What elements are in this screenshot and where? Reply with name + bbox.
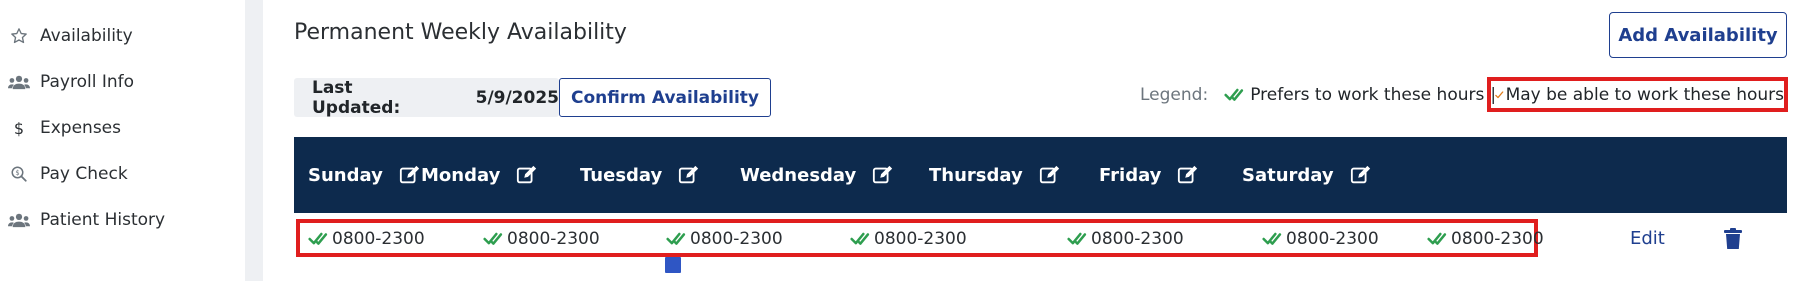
cell-hours: 0800-2300 bbox=[332, 229, 425, 249]
sidebar-item-availability[interactable]: Availability bbox=[8, 21, 133, 51]
edit-icon[interactable] bbox=[399, 164, 421, 186]
sidebar: Availability Payroll Info $ Expenses $ P… bbox=[0, 0, 245, 281]
legend: Legend: Prefers to work these hours | bbox=[1140, 80, 1502, 110]
cell-hours: 0800-2300 bbox=[690, 229, 783, 249]
table-cell-monday: 0800-2300 bbox=[483, 227, 600, 251]
cell-hours: 0800-2300 bbox=[874, 229, 967, 249]
last-updated-date: 5/9/2025 bbox=[475, 87, 559, 108]
day-header-monday: Monday bbox=[421, 137, 538, 213]
check-icon bbox=[1495, 90, 1504, 98]
table-cell-wednesday: 0800-2300 bbox=[850, 227, 967, 251]
cell-hours: 0800-2300 bbox=[1091, 229, 1184, 249]
edit-icon[interactable] bbox=[516, 164, 538, 186]
edit-icon[interactable] bbox=[872, 164, 894, 186]
day-label: Saturday bbox=[1242, 164, 1334, 186]
day-label: Monday bbox=[421, 164, 501, 186]
legend-maybe-text: May be able to work these hours bbox=[1505, 84, 1784, 105]
cell-hours: 0800-2300 bbox=[1451, 229, 1544, 249]
sidebar-item-pay-check[interactable]: $ Pay Check bbox=[8, 159, 128, 189]
sidebar-item-label: Patient History bbox=[40, 210, 166, 230]
sidebar-item-label: Availability bbox=[40, 26, 133, 46]
edit-icon[interactable] bbox=[678, 164, 700, 186]
sidebar-item-payroll-info[interactable]: Payroll Info bbox=[8, 67, 134, 97]
legend-maybe-highlight: May be able to work these hours bbox=[1487, 77, 1788, 112]
confirm-availability-button[interactable]: Confirm Availability bbox=[559, 78, 771, 117]
check-double-icon bbox=[483, 232, 503, 245]
table-cell-thursday: 0800-2300 bbox=[1067, 227, 1184, 251]
dollar-icon: $ bbox=[13, 118, 25, 138]
check-double-icon bbox=[1427, 232, 1447, 245]
day-header-wednesday: Wednesday bbox=[740, 137, 894, 213]
check-double-icon bbox=[850, 232, 870, 245]
add-availability-button[interactable]: Add Availability bbox=[1609, 12, 1787, 58]
sidebar-item-label: Pay Check bbox=[40, 164, 128, 184]
edit-icon[interactable] bbox=[1350, 164, 1372, 186]
cell-hours: 0800-2300 bbox=[1286, 229, 1379, 249]
day-header-tuesday: Tuesday bbox=[580, 137, 700, 213]
last-updated-box: Last Updated: 5/9/2025 bbox=[294, 77, 559, 118]
table-cell-saturday: 0800-2300 bbox=[1427, 227, 1544, 251]
sidebar-item-expenses[interactable]: $ Expenses bbox=[8, 113, 121, 143]
table-cell-tuesday: 0800-2300 bbox=[666, 227, 783, 251]
day-header-friday: Friday bbox=[1099, 137, 1199, 213]
svg-text:$: $ bbox=[15, 169, 19, 177]
table-cell-friday: 0800-2300 bbox=[1262, 227, 1379, 251]
sidebar-item-patient-history[interactable]: Patient History bbox=[8, 205, 165, 235]
note-icon[interactable] bbox=[665, 257, 681, 273]
check-double-icon bbox=[308, 232, 328, 245]
edit-row-link[interactable]: Edit bbox=[1630, 228, 1665, 249]
day-label: Friday bbox=[1099, 164, 1162, 186]
page-title: Permanent Weekly Availability bbox=[294, 20, 627, 45]
search-dollar-icon: $ bbox=[8, 163, 30, 185]
day-header-thursday: Thursday bbox=[929, 137, 1061, 213]
check-double-icon bbox=[1224, 88, 1244, 101]
edit-icon[interactable] bbox=[1177, 164, 1199, 186]
last-updated-label: Last Updated: bbox=[312, 77, 401, 118]
table-cell-sunday: 0800-2300 bbox=[308, 227, 425, 251]
check-double-icon bbox=[666, 232, 686, 245]
users-icon bbox=[8, 209, 30, 231]
day-header-saturday: Saturday bbox=[1242, 137, 1372, 213]
day-header-sunday: Sunday bbox=[308, 137, 421, 213]
legend-prefers-text: Prefers to work these hours bbox=[1250, 85, 1485, 105]
check-double-icon bbox=[1067, 232, 1087, 245]
check-double-icon bbox=[1262, 232, 1282, 245]
users-icon bbox=[8, 71, 30, 93]
day-label: Thursday bbox=[929, 164, 1023, 186]
day-label: Wednesday bbox=[740, 164, 857, 186]
day-label: Sunday bbox=[308, 164, 383, 186]
availability-table-header: Sunday Monday Tuesday Wednesday Thursday… bbox=[294, 137, 1787, 213]
edit-icon[interactable] bbox=[1039, 164, 1061, 186]
trash-icon[interactable] bbox=[1723, 228, 1743, 250]
day-label: Tuesday bbox=[580, 164, 663, 186]
star-icon bbox=[8, 25, 30, 47]
sidebar-item-label: Expenses bbox=[40, 118, 121, 138]
sidebar-divider bbox=[245, 0, 263, 281]
cell-hours: 0800-2300 bbox=[507, 229, 600, 249]
sidebar-item-label: Payroll Info bbox=[40, 72, 135, 92]
legend-label: Legend: bbox=[1140, 85, 1209, 105]
